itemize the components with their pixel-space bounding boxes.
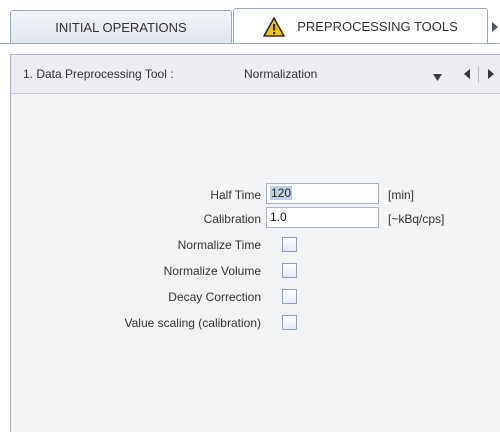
warning-icon (263, 16, 285, 37)
decay-correction-label: Decay Correction (168, 290, 261, 304)
tool-selector-bar: 1. Data Preprocessing Tool : Normalizati… (11, 55, 500, 94)
tab-initial-operations[interactable]: INITIAL OPERATIONS (10, 10, 232, 43)
next-tool-button[interactable] (483, 66, 499, 82)
tab-divider (0, 43, 500, 44)
calibration-input[interactable]: 1.0 (266, 207, 379, 228)
half-time-unit: [min] (388, 188, 415, 202)
calibration-label: Calibration (203, 212, 261, 226)
decay-correction-checkbox[interactable] (282, 289, 297, 304)
tab-scroll-right-icon[interactable] (490, 19, 500, 35)
nav-separator (478, 66, 479, 83)
tab-bar: INITIAL OPERATIONS PREPROCESSING TOOLS (0, 0, 500, 44)
normalize-volume-checkbox[interactable] (282, 263, 297, 278)
value-scaling-label: Value scaling (calibration) (124, 316, 261, 330)
normalize-volume-label: Normalize Volume (163, 264, 261, 278)
preprocessing-panel: 1. Data Preprocessing Tool : Normalizati… (10, 54, 500, 432)
normalize-time-label: Normalize Time (177, 238, 261, 252)
value-scaling-checkbox[interactable] (282, 315, 297, 330)
tool-selector-value[interactable]: Normalization (244, 67, 317, 81)
dropdown-arrow-icon[interactable] (433, 70, 442, 81)
half-time-label: Half Time (210, 188, 261, 202)
tab-preprocessing-tools-label: PREPROCESSING TOOLS (297, 19, 458, 34)
calibration-unit: [~kBq/cps] (388, 212, 445, 226)
tool-selector-label: 1. Data Preprocessing Tool : (23, 67, 174, 81)
tab-initial-operations-label: INITIAL OPERATIONS (55, 19, 187, 35)
half-time-value: 120 (270, 186, 293, 200)
tab-preprocessing-tools[interactable]: PREPROCESSING TOOLS (233, 8, 488, 44)
previous-tool-button[interactable] (459, 66, 475, 82)
normalize-time-checkbox[interactable] (282, 237, 297, 252)
half-time-input[interactable]: 120 (266, 183, 379, 204)
calibration-value: 1.0 (270, 210, 287, 224)
